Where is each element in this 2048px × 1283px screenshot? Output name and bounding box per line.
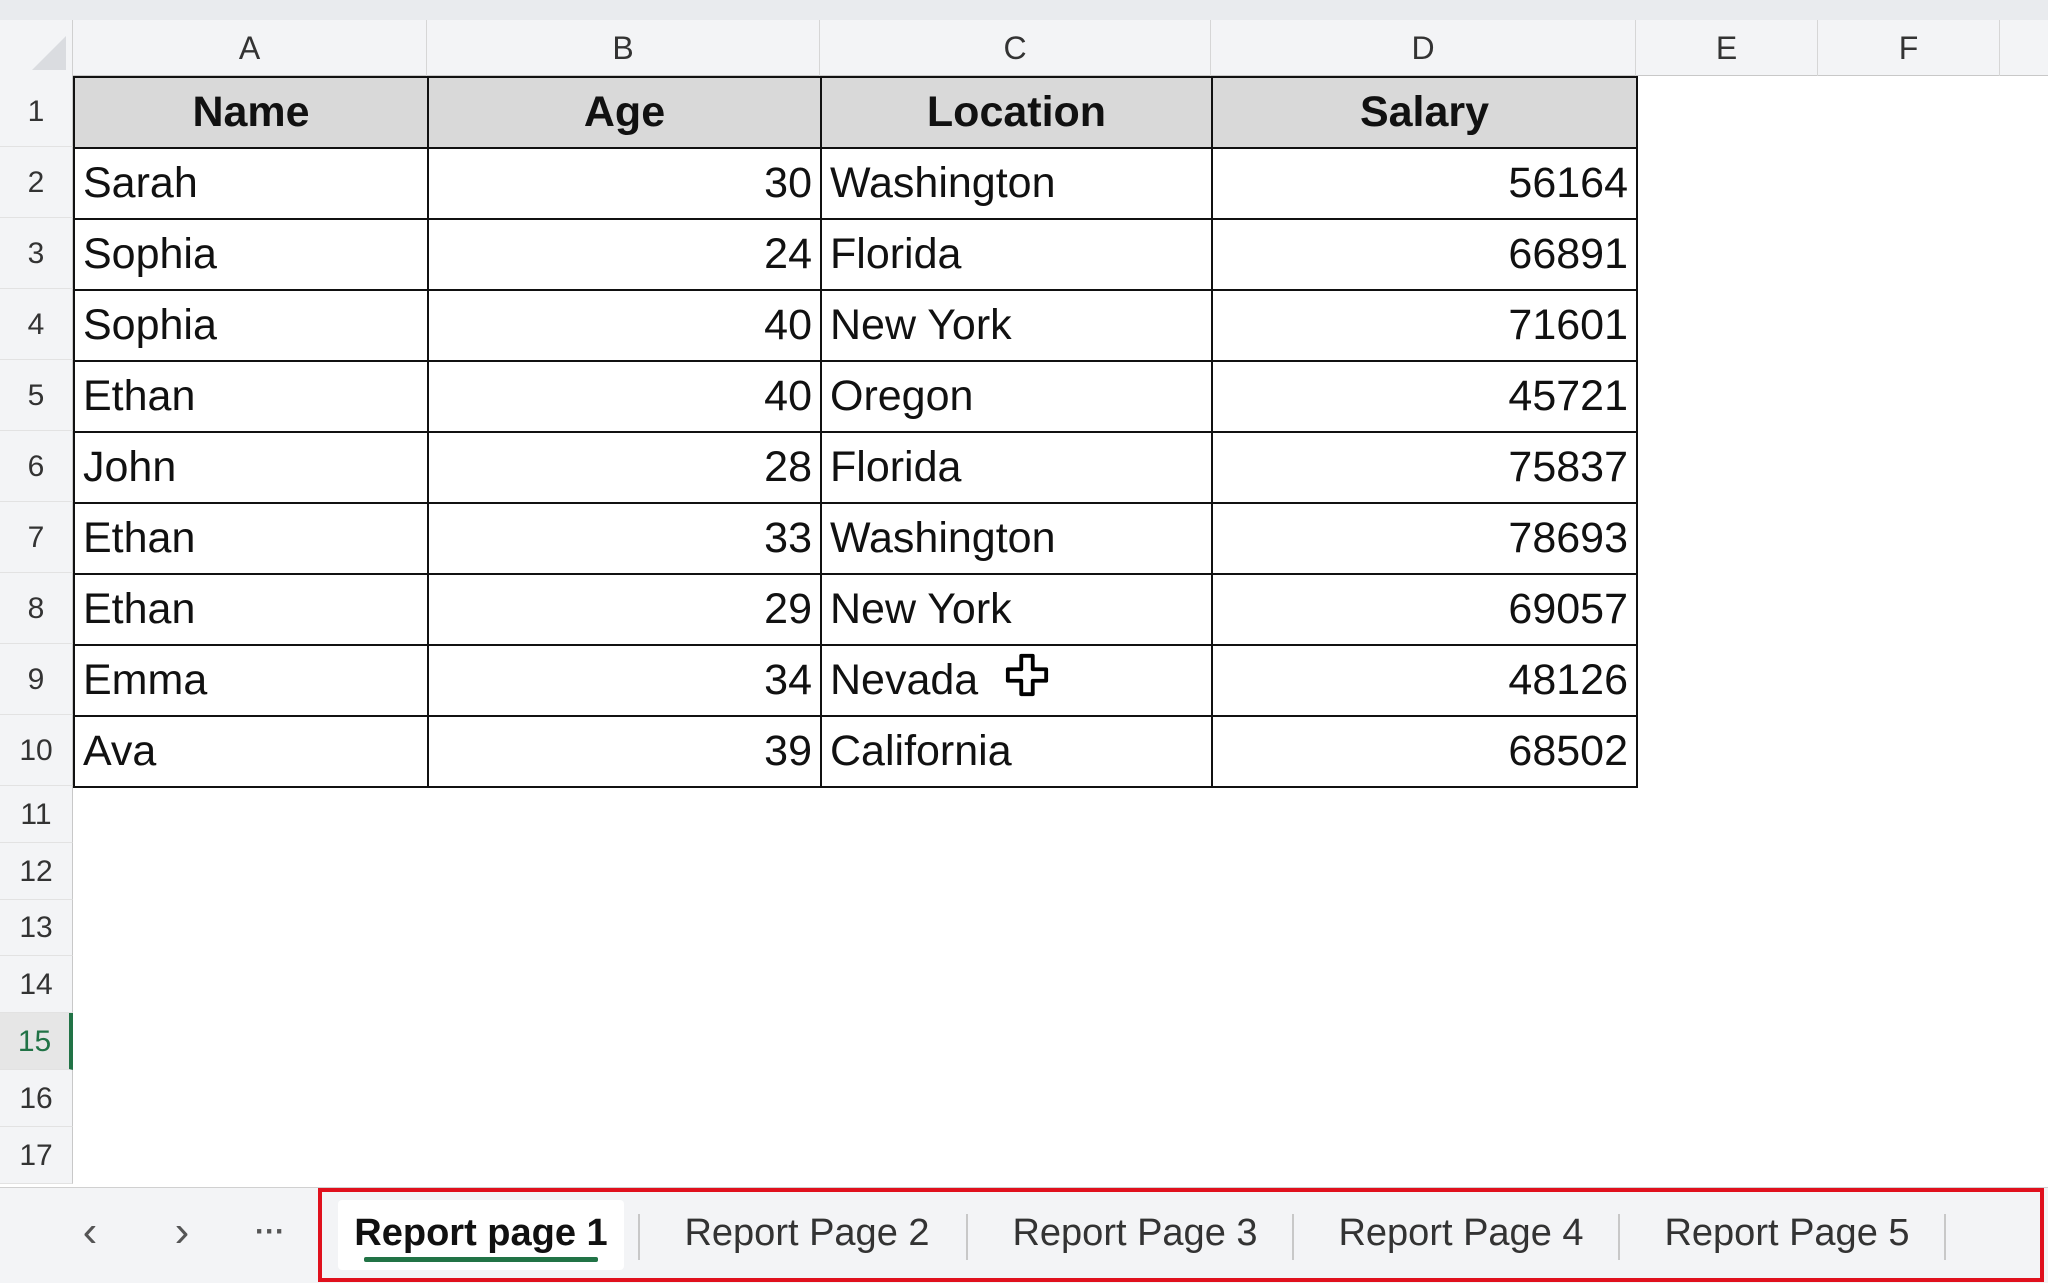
move-cross-cursor-icon: [1005, 653, 1049, 697]
row-header[interactable]: 3: [0, 218, 73, 289]
table-row: John 28 Florida 75837: [73, 431, 1638, 504]
cell-location[interactable]: New York: [820, 289, 1213, 362]
cell-name[interactable]: John: [73, 431, 429, 504]
sheet-tab-label: Report Page 3: [1012, 1212, 1258, 1254]
cell-location[interactable]: Florida: [820, 431, 1213, 504]
row-header[interactable]: 13: [0, 900, 73, 956]
row-header[interactable]: 5: [0, 360, 73, 431]
sheet-tab-label: Report Page 4: [1338, 1212, 1584, 1254]
column-header-b[interactable]: B: [427, 20, 820, 76]
tab-separator: [1618, 1214, 1620, 1260]
cell-salary[interactable]: 56164: [1211, 147, 1638, 220]
cell-age[interactable]: 39: [427, 715, 822, 788]
cell-age[interactable]: 34: [427, 644, 822, 717]
row-header[interactable]: 7: [0, 502, 73, 573]
select-all-corner[interactable]: [0, 20, 73, 76]
cell-age[interactable]: 29: [427, 573, 822, 646]
table-row: Ethan 33 Washington 78693: [73, 502, 1638, 575]
tab-separator: [966, 1214, 968, 1260]
sheet-tab-bar: ‹ › ··· Report page 1 Report Page 2 Repo…: [0, 1187, 2048, 1283]
cell-salary[interactable]: 78693: [1211, 502, 1638, 575]
row-header[interactable]: 1: [0, 76, 73, 147]
column-header-f[interactable]: F: [1818, 20, 2000, 76]
cell-age[interactable]: 40: [427, 360, 822, 433]
cell-location[interactable]: New York: [820, 573, 1213, 646]
sheet-tab-label: Report page 1: [354, 1212, 608, 1254]
row-header[interactable]: 12: [0, 843, 73, 900]
cell-name[interactable]: Emma: [73, 644, 429, 717]
column-header-e[interactable]: E: [1636, 20, 1818, 76]
sheet-tab-report-page-4[interactable]: Report Page 4: [1300, 1200, 1622, 1270]
cell-name[interactable]: Ethan: [73, 502, 429, 575]
cell-name[interactable]: Ava: [73, 715, 429, 788]
top-strip: [0, 0, 2048, 20]
cell-location[interactable]: Oregon: [820, 360, 1213, 433]
tab-separator: [1944, 1214, 1946, 1260]
table-row: Sophia 24 Florida 66891: [73, 218, 1638, 291]
row-header[interactable]: 8: [0, 573, 73, 644]
cell-salary[interactable]: 69057: [1211, 573, 1638, 646]
table-header-row: Name Age Location Salary: [73, 76, 1638, 149]
cell-age[interactable]: 28: [427, 431, 822, 504]
cell-age[interactable]: 33: [427, 502, 822, 575]
cell-name[interactable]: Sophia: [73, 218, 429, 291]
row-header-active[interactable]: 15: [0, 1013, 73, 1070]
header-location[interactable]: Location: [820, 76, 1213, 149]
cell-name[interactable]: Ethan: [73, 573, 429, 646]
table-row: Ethan 40 Oregon 45721: [73, 360, 1638, 433]
sheet-tab-report-page-1[interactable]: Report page 1: [338, 1200, 624, 1270]
column-header-c[interactable]: C: [820, 20, 1211, 76]
column-header-row: A B C D E F: [0, 20, 2048, 76]
header-age[interactable]: Age: [427, 76, 822, 149]
sheet-tabs-highlight-outline: Report page 1 Report Page 2 Report Page …: [318, 1188, 2044, 1282]
sheet-tab-report-page-2[interactable]: Report Page 2: [648, 1200, 966, 1270]
row-header[interactable]: 2: [0, 147, 73, 218]
row-header[interactable]: 10: [0, 715, 73, 786]
tab-separator: [638, 1214, 640, 1260]
column-header-a[interactable]: A: [73, 20, 427, 76]
row-header[interactable]: 17: [0, 1127, 73, 1184]
row-header[interactable]: 4: [0, 289, 73, 360]
active-tab-underline: [364, 1257, 598, 1262]
cell-name[interactable]: Ethan: [73, 360, 429, 433]
cell-name[interactable]: Sarah: [73, 147, 429, 220]
cell-location[interactable]: California: [820, 715, 1213, 788]
cell-location[interactable]: Florida: [820, 218, 1213, 291]
table-row: Emma 34 Nevada 48126: [73, 644, 1638, 717]
table-row: Sophia 40 New York 71601: [73, 289, 1638, 362]
cell-age[interactable]: 40: [427, 289, 822, 362]
cell-location[interactable]: Washington: [820, 147, 1213, 220]
data-table: Name Age Location Salary Sarah 30 Washin…: [73, 76, 1638, 788]
table-row: Sarah 30 Washington 56164: [73, 147, 1638, 220]
cell-name[interactable]: Sophia: [73, 289, 429, 362]
sheet-tab-label: Report Page 2: [684, 1212, 930, 1254]
tab-separator: [1292, 1214, 1294, 1260]
cell-age[interactable]: 24: [427, 218, 822, 291]
row-header[interactable]: 11: [0, 786, 73, 843]
header-salary[interactable]: Salary: [1211, 76, 1638, 149]
row-header[interactable]: 6: [0, 431, 73, 502]
cell-salary[interactable]: 68502: [1211, 715, 1638, 788]
next-sheet-chevron-right-icon[interactable]: ›: [152, 1202, 212, 1262]
row-header[interactable]: 9: [0, 644, 73, 715]
table-row: Ava 39 California 68502: [73, 715, 1638, 788]
cell-age[interactable]: 30: [427, 147, 822, 220]
sheet-tab-report-page-3[interactable]: Report Page 3: [974, 1200, 1296, 1270]
cell-salary[interactable]: 48126: [1211, 644, 1638, 717]
row-header[interactable]: 16: [0, 1070, 73, 1127]
cell-salary[interactable]: 71601: [1211, 289, 1638, 362]
more-sheets-ellipsis-icon[interactable]: ···: [240, 1202, 300, 1262]
column-header-d[interactable]: D: [1211, 20, 1636, 76]
row-header[interactable]: 14: [0, 956, 73, 1013]
table-row: Ethan 29 New York 69057: [73, 573, 1638, 646]
cell-salary[interactable]: 75837: [1211, 431, 1638, 504]
cell-location[interactable]: Washington: [820, 502, 1213, 575]
cell-salary[interactable]: 45721: [1211, 360, 1638, 433]
sheet-tab-report-page-5[interactable]: Report Page 5: [1626, 1200, 1948, 1270]
sheet-tab-label: Report Page 5: [1664, 1212, 1910, 1254]
header-name[interactable]: Name: [73, 76, 429, 149]
prev-sheet-chevron-left-icon[interactable]: ‹: [60, 1202, 120, 1262]
cell-salary[interactable]: 66891: [1211, 218, 1638, 291]
